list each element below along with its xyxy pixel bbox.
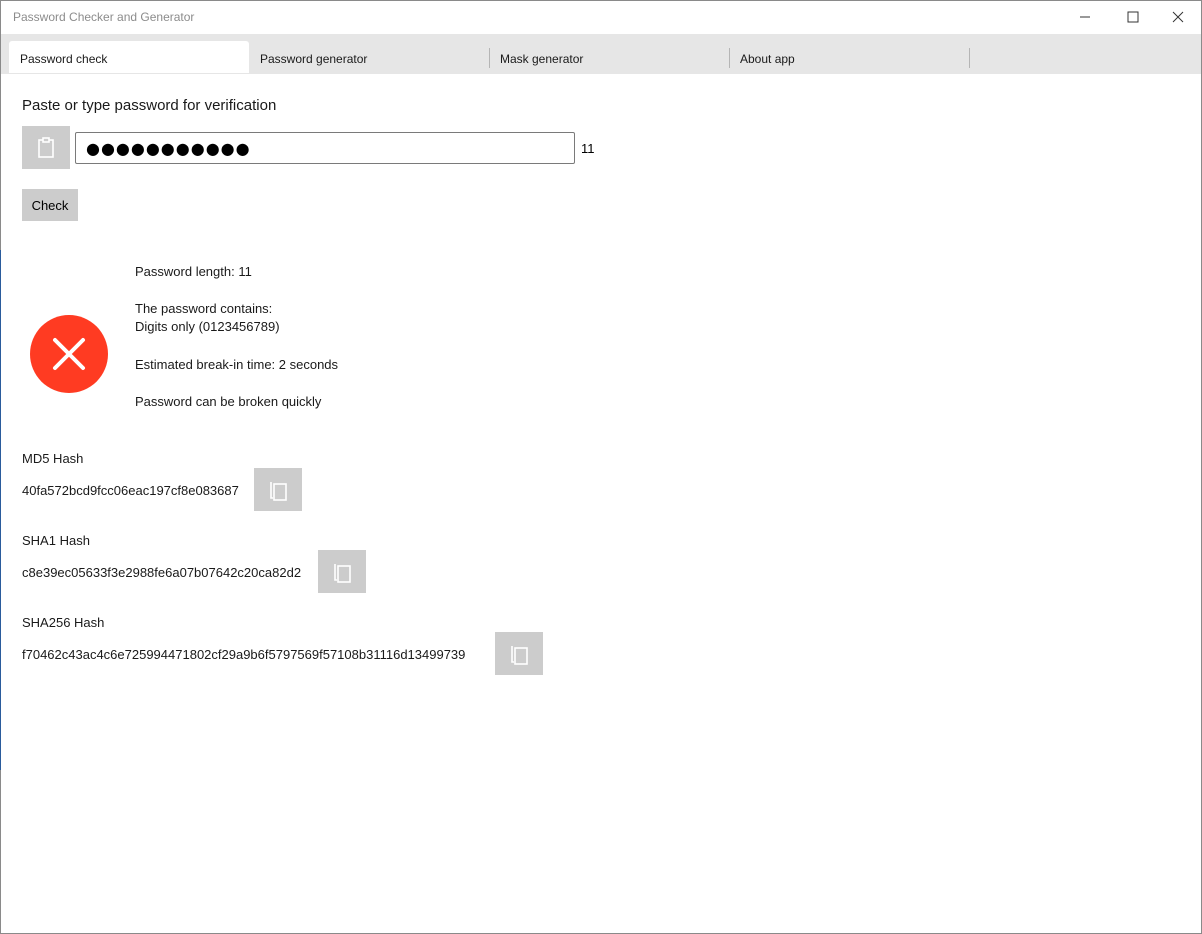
copy-icon [270, 481, 287, 501]
app-window: Password Checker and Generator Password … [0, 0, 1202, 934]
tab-divider [969, 48, 970, 68]
sha1-hash-label: SHA1 Hash [22, 533, 90, 548]
copy-sha256-button[interactable] [495, 632, 543, 675]
sha256-hash-value: f70462c43ac4c6e725994471802cf29a9b6f5797… [22, 647, 466, 662]
check-button[interactable]: Check [22, 189, 78, 221]
result-contains-value: Digits only (0123456789) [135, 319, 280, 334]
tab-about-app[interactable]: About app [729, 41, 969, 73]
tab-mask-generator[interactable]: Mask generator [489, 41, 729, 73]
maximize-button[interactable] [1110, 1, 1156, 33]
window-title: Password Checker and Generator [13, 10, 195, 24]
tab-password-check[interactable]: Password check [9, 41, 249, 73]
result-length: Password length: 11 [135, 264, 252, 279]
paste-button[interactable] [22, 126, 70, 169]
sha1-hash-value: c8e39ec05633f3e2988fe6a07b07642c20ca82d2 [22, 565, 302, 580]
maximize-icon [1127, 11, 1139, 23]
sha256-hash-label: SHA256 Hash [22, 615, 105, 630]
password-input[interactable] [75, 132, 575, 164]
md5-hash-value: 40fa572bcd9fcc06eac197cf8e083687 [22, 483, 239, 498]
tab-password-generator[interactable]: Password generator [249, 41, 489, 73]
result-break-time: Estimated break-in time: 2 seconds [135, 357, 339, 372]
minimize-button[interactable] [1062, 1, 1108, 33]
minimize-icon [1080, 16, 1090, 18]
copy-icon [334, 563, 351, 583]
result-contains-heading: The password contains: [135, 301, 273, 316]
password-prompt: Paste or type password for verification [22, 97, 277, 114]
window-edge-accent [0, 250, 1, 770]
close-button[interactable] [1155, 1, 1201, 33]
clipboard-icon [38, 136, 54, 158]
error-x-icon [30, 315, 108, 393]
copy-icon [511, 645, 528, 665]
copy-md5-button[interactable] [254, 468, 302, 511]
close-icon [1172, 11, 1184, 23]
result-verdict: Password can be broken quickly [135, 394, 322, 409]
password-length-counter: 11 [581, 141, 595, 156]
tab-bar: Password check Password generator Mask g… [1, 34, 1201, 74]
title-bar[interactable]: Password Checker and Generator [1, 1, 1201, 34]
md5-hash-label: MD5 Hash [22, 451, 84, 466]
copy-sha1-button[interactable] [318, 550, 366, 593]
